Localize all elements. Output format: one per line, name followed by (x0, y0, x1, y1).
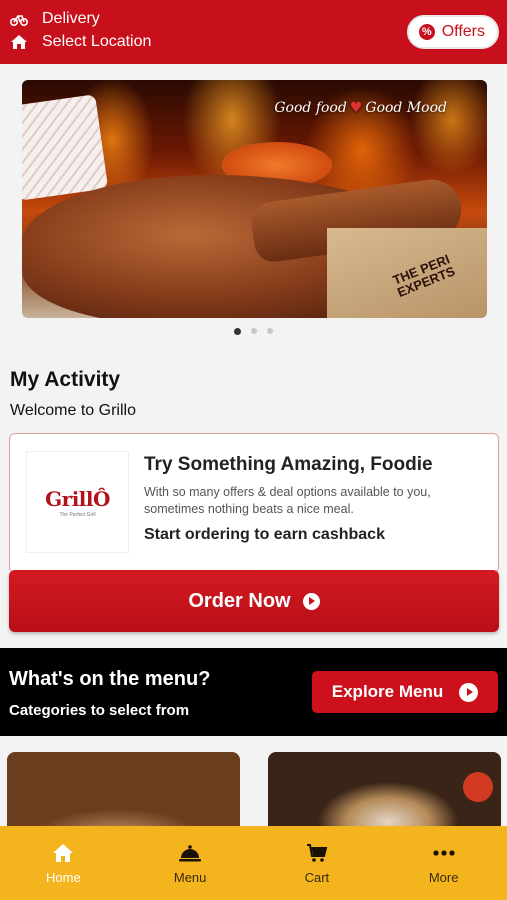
heart-icon: ♥ (349, 100, 363, 116)
cart-icon (305, 842, 329, 864)
offers-button[interactable]: % Offers (406, 15, 499, 49)
banner-tagline: Good food ♥ Good Mood (274, 100, 447, 116)
logo-subtext: The Perfect Grill (59, 511, 96, 518)
home-icon (51, 842, 75, 864)
promo-banner[interactable]: Good food ♥ Good Mood THE PERI EXPERTS (22, 80, 487, 318)
offers-label: Offers (441, 23, 485, 40)
nav-more[interactable]: More (380, 826, 507, 900)
play-arrow-icon (459, 682, 479, 702)
bicycle-icon (10, 10, 28, 28)
grillo-logo: GrillÔ The Perfect Grill (27, 452, 128, 552)
delivery-mode[interactable]: Delivery (10, 10, 100, 28)
explore-menu-button[interactable]: Explore Menu (312, 671, 498, 713)
nav-home[interactable]: Home (0, 826, 127, 900)
carousel-dot[interactable] (251, 328, 257, 334)
explore-menu-label: Explore Menu (331, 682, 444, 701)
menu-section-title: What's on the menu? (9, 668, 211, 690)
nav-menu-label: Menu (173, 869, 207, 885)
carousel-dot[interactable] (267, 328, 273, 334)
percent-icon: % (418, 24, 435, 40)
nav-cart[interactable]: Cart (254, 826, 381, 900)
bottom-navigation: Home Menu Cart More (0, 826, 507, 900)
more-dots-icon (432, 842, 456, 864)
welcome-text: Welcome to Grillo (10, 402, 136, 419)
logo-text: GrillÔ (45, 486, 110, 511)
play-arrow-icon (302, 592, 320, 610)
nav-menu[interactable]: Menu (127, 826, 254, 900)
cloche-icon (178, 842, 202, 864)
nav-home-label: Home (46, 869, 81, 885)
delivery-label: Delivery (42, 10, 100, 27)
card-cta-text: Start ordering to earn cashback (144, 526, 385, 543)
napkin-graphic (22, 94, 109, 201)
location-selector[interactable]: Select Location (10, 33, 151, 51)
nav-more-label: More (428, 869, 459, 885)
tagline-right: Good Mood (365, 100, 447, 116)
menu-section-subtitle: Categories to select from (9, 702, 190, 719)
carousel-dot-active[interactable] (234, 328, 241, 335)
card-description: With so many offers & deal options avail… (144, 485, 431, 516)
section-title-activity: My Activity (10, 368, 121, 391)
activity-card[interactable]: GrillÔ The Perfect Grill Try Something A… (9, 433, 499, 573)
order-now-button[interactable]: Order Now (9, 570, 499, 632)
menu-section: What's on the menu? Categories to select… (0, 648, 507, 736)
carousel-indicator (0, 328, 507, 335)
order-now-label: Order Now (188, 589, 291, 612)
tagline-left: Good food (274, 100, 347, 116)
app-header: Delivery Select Location % Offers (0, 0, 507, 64)
nav-cart-label: Cart (304, 869, 330, 885)
home-icon (10, 33, 28, 51)
card-title: Try Something Amazing, Foodie (144, 454, 433, 475)
location-label: Select Location (42, 33, 152, 50)
